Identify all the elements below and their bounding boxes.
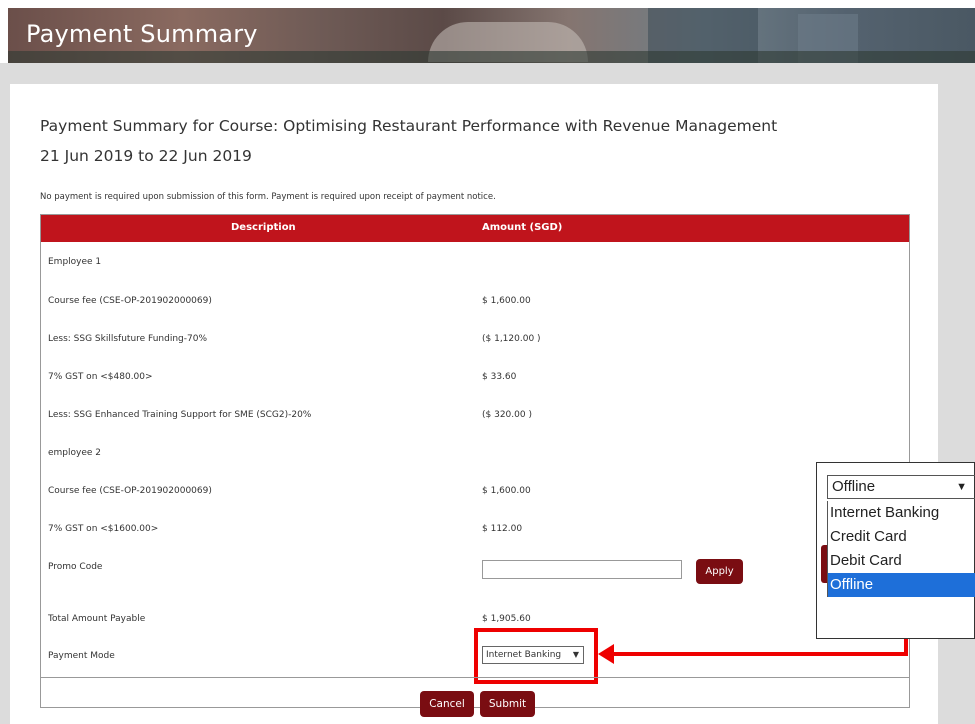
row-employee-1: Employee 1 [48, 257, 102, 267]
row-course-fee-2: Course fee (CSE-OP-201902000069) [48, 486, 212, 496]
dropdown-current-value: Offline [832, 478, 876, 495]
course-dates: 21 Jun 2019 to 22 Jun 2019 [40, 147, 252, 165]
page-title: Payment Summary [26, 20, 258, 48]
header-amount: Amount (SGD) [482, 222, 563, 233]
total-label: Total Amount Payable [48, 614, 146, 624]
banner-trees [8, 51, 975, 63]
arrow-left-icon [598, 644, 614, 664]
header-description: Description [231, 222, 296, 233]
row-employee-2: employee 2 [48, 448, 102, 458]
row-gst-2-amount: $ 112.00 [482, 524, 523, 534]
total-amount: $ 1,905.60 [482, 614, 531, 624]
option-internet-banking[interactable]: Internet Banking [828, 501, 975, 525]
row-skillsfuture-funding: Less: SSG Skillsfuture Funding-70% [48, 334, 208, 344]
table-footer-divider [41, 677, 909, 678]
caret-down-icon: ▼ [956, 481, 967, 493]
submit-button[interactable]: Submit [480, 691, 535, 717]
annotation-highlight-box [474, 628, 598, 684]
option-offline[interactable]: Offline [828, 573, 975, 597]
dropdown-options: Internet Banking Credit Card Debit Card … [827, 501, 975, 597]
row-skillsfuture-funding-amount: ($ 1,120.00 ) [482, 334, 541, 344]
apply-button[interactable]: Apply [696, 559, 743, 584]
row-gst-2: 7% GST on <$1600.00> [48, 524, 159, 534]
option-credit-card[interactable]: Credit Card [828, 525, 975, 549]
dropdown-current[interactable]: Offline ▼ [827, 475, 975, 499]
row-course-fee-2-amount: $ 1,600.00 [482, 486, 531, 496]
payment-note: No payment is required upon submission o… [40, 192, 496, 202]
page-banner: Payment Summary [8, 8, 975, 63]
cancel-button[interactable]: Cancel [420, 691, 474, 717]
option-debit-card[interactable]: Debit Card [828, 549, 975, 573]
row-enhanced-support: Less: SSG Enhanced Training Support for … [48, 410, 312, 420]
promo-code-input[interactable] [482, 560, 682, 579]
row-enhanced-support-amount: ($ 320.00 ) [482, 410, 532, 420]
row-gst-1-amount: $ 33.60 [482, 372, 517, 382]
table-header: Description Amount (SGD) [41, 215, 909, 242]
row-gst-1: 7% GST on <$480.00> [48, 372, 153, 382]
payment-mode-dropdown-callout: Offline ▼ Internet Banking Credit Card D… [816, 462, 975, 639]
row-course-fee-1: Course fee (CSE-OP-201902000069) [48, 296, 212, 306]
annotation-arrow-line [604, 652, 908, 656]
summary-heading: Payment Summary for Course: Optimising R… [40, 117, 778, 135]
row-course-fee-1-amount: $ 1,600.00 [482, 296, 531, 306]
promo-code-label: Promo Code [48, 562, 103, 572]
payment-mode-label: Payment Mode [48, 651, 115, 661]
